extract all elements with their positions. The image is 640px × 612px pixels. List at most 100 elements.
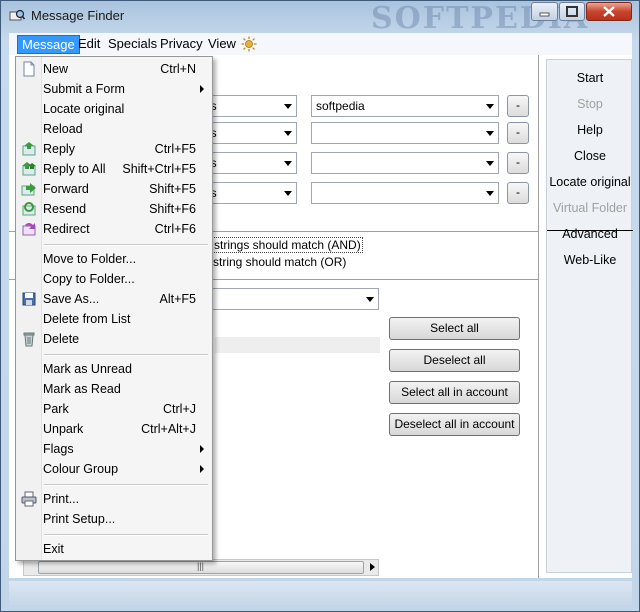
sun-icon[interactable] bbox=[241, 36, 257, 52]
menu-separator bbox=[44, 484, 208, 486]
match-all-option[interactable]: strings should match (AND) bbox=[212, 237, 363, 253]
start-button[interactable]: Start bbox=[547, 71, 633, 85]
menu-item-shortcut: Ctrl+Alt+J bbox=[141, 422, 196, 436]
stop-button[interactable]: Stop bbox=[547, 97, 633, 111]
menu-item-delete[interactable]: Delete bbox=[16, 329, 212, 349]
search-text-1[interactable]: softpedia bbox=[311, 95, 499, 117]
locate-original-button[interactable]: Locate original bbox=[547, 175, 633, 189]
help-button[interactable]: Help bbox=[547, 123, 633, 137]
menu-item-label: Submit a Form bbox=[43, 82, 125, 96]
remove-row-button-4[interactable]: - bbox=[507, 182, 529, 204]
menu-edit[interactable]: Edit bbox=[74, 35, 104, 52]
menu-item-label: Delete bbox=[43, 332, 80, 346]
printer-icon bbox=[21, 491, 37, 507]
submenu-arrow-icon bbox=[200, 85, 204, 93]
deselect-all-in-account-button[interactable]: Deselect all in account bbox=[389, 413, 520, 436]
scrollbar-thumb[interactable]: ||| bbox=[38, 561, 364, 574]
chevron-down-icon bbox=[486, 104, 494, 109]
menu-item-forward[interactable]: Forward Shift+F5 bbox=[16, 179, 212, 199]
menu-item-label: Print Setup... bbox=[43, 512, 116, 526]
search-text-3[interactable] bbox=[311, 152, 499, 174]
title-bar[interactable]: Message Finder SOFTPEDIA bbox=[1, 1, 639, 36]
app-window: Message Finder SOFTPEDIA Message Edit Sp… bbox=[0, 0, 640, 612]
window-title: Message Finder bbox=[31, 8, 125, 23]
chevron-down-icon bbox=[486, 131, 494, 136]
search-text-2[interactable] bbox=[311, 122, 499, 144]
menu-item-shortcut: Ctrl+J bbox=[163, 402, 196, 416]
minimize-button[interactable] bbox=[531, 2, 558, 21]
menu-item-move-to-folder[interactable]: Move to Folder... bbox=[16, 249, 212, 269]
field-select-3[interactable]: ns bbox=[199, 152, 297, 174]
close-window-button[interactable] bbox=[586, 2, 632, 21]
menu-item-label: Locate original bbox=[43, 102, 125, 116]
menu-item-new[interactable]: New Ctrl+N bbox=[16, 59, 212, 79]
menu-item-colour-group[interactable]: Colour Group bbox=[16, 459, 212, 479]
redirect-icon bbox=[22, 223, 36, 236]
menu-item-redirect[interactable]: Redirect Ctrl+F6 bbox=[16, 219, 212, 239]
forward-icon bbox=[21, 183, 36, 196]
deselect-all-button[interactable]: Deselect all bbox=[389, 349, 520, 372]
menu-item-save-as[interactable]: Save As... Alt+F5 bbox=[16, 289, 212, 309]
field-select-2[interactable]: ns bbox=[199, 122, 297, 144]
chevron-down-icon bbox=[366, 297, 374, 302]
menu-item-label: Mark as Unread bbox=[43, 362, 132, 376]
menu-specials[interactable]: Specials bbox=[104, 35, 161, 52]
menu-item-shortcut: Ctrl+F5 bbox=[154, 142, 196, 156]
menu-item-reply-all[interactable]: Reply to All Shift+Ctrl+F5 bbox=[16, 159, 212, 179]
menu-item-locate-original[interactable]: Locate original bbox=[16, 99, 212, 119]
grip-icon: ||| bbox=[197, 561, 205, 571]
select-all-button[interactable]: Select all bbox=[389, 317, 520, 340]
menu-item-label: Reply to All bbox=[43, 162, 106, 176]
menu-item-unpark[interactable]: Unpark Ctrl+Alt+J bbox=[16, 419, 212, 439]
scroll-right-icon[interactable] bbox=[370, 563, 375, 571]
menu-item-submit-form[interactable]: Submit a Form bbox=[16, 79, 212, 99]
menu-view[interactable]: View bbox=[204, 35, 240, 52]
menu-bar: Message Edit Specials Privacy View bbox=[9, 33, 632, 55]
account-list-row[interactable] bbox=[215, 337, 380, 353]
submenu-arrow-icon bbox=[200, 465, 204, 473]
menu-item-flags[interactable]: Flags bbox=[16, 439, 212, 459]
web-like-button[interactable]: Web-Like bbox=[547, 253, 633, 267]
menu-item-resend[interactable]: Resend Shift+F6 bbox=[16, 199, 212, 219]
menu-item-shortcut: Ctrl+N bbox=[160, 62, 196, 76]
menu-item-mark-unread[interactable]: Mark as Unread bbox=[16, 359, 212, 379]
menu-message[interactable]: Message bbox=[17, 35, 80, 54]
menu-item-label: Reload bbox=[43, 122, 83, 136]
field-select-4[interactable]: ns bbox=[199, 182, 297, 204]
search-text-1-value: softpedia bbox=[316, 99, 365, 113]
chevron-down-icon bbox=[284, 191, 292, 196]
remove-row-button-3[interactable]: - bbox=[507, 152, 529, 174]
menu-item-delete-from-list[interactable]: Delete from List bbox=[16, 309, 212, 329]
remove-row-button-1[interactable]: - bbox=[507, 95, 529, 117]
menu-item-park[interactable]: Park Ctrl+J bbox=[16, 399, 212, 419]
close-button[interactable]: Close bbox=[547, 149, 633, 163]
message-menu: New Ctrl+N Submit a Form Locate original… bbox=[15, 56, 213, 561]
field-select-1[interactable]: ns bbox=[199, 95, 297, 117]
menu-item-exit[interactable]: Exit bbox=[16, 539, 212, 559]
match-any-option[interactable]: string should match (OR) bbox=[213, 255, 346, 269]
menu-item-print[interactable]: Print... bbox=[16, 489, 212, 509]
trash-icon bbox=[23, 332, 35, 347]
reply-all-icon bbox=[22, 162, 36, 176]
select-all-in-account-button[interactable]: Select all in account bbox=[389, 381, 520, 404]
advanced-button[interactable]: Advanced bbox=[547, 227, 633, 241]
menu-item-reload[interactable]: Reload bbox=[16, 119, 212, 139]
chevron-down-icon bbox=[486, 191, 494, 196]
menu-item-label: Exit bbox=[43, 542, 64, 556]
menu-item-mark-read[interactable]: Mark as Read bbox=[16, 379, 212, 399]
virtual-folder-button[interactable]: Virtual Folder bbox=[547, 201, 633, 215]
account-select[interactable] bbox=[199, 288, 379, 310]
menu-item-reply[interactable]: Reply Ctrl+F5 bbox=[16, 139, 212, 159]
menu-item-label: Move to Folder... bbox=[43, 252, 137, 266]
menu-item-copy-to-folder[interactable]: Copy to Folder... bbox=[16, 269, 212, 289]
menu-item-print-setup[interactable]: Print Setup... bbox=[16, 509, 212, 529]
remove-row-button-2[interactable]: - bbox=[507, 122, 529, 144]
menu-privacy[interactable]: Privacy bbox=[156, 35, 207, 52]
search-text-4[interactable] bbox=[311, 182, 499, 204]
menu-item-label: Print... bbox=[43, 492, 80, 506]
horizontal-scrollbar[interactable]: ||| bbox=[23, 559, 379, 576]
menu-item-label: Flags bbox=[43, 442, 74, 456]
menu-item-label: Mark as Read bbox=[43, 382, 121, 396]
minimize-icon bbox=[539, 12, 550, 17]
maximize-button[interactable] bbox=[559, 2, 585, 21]
